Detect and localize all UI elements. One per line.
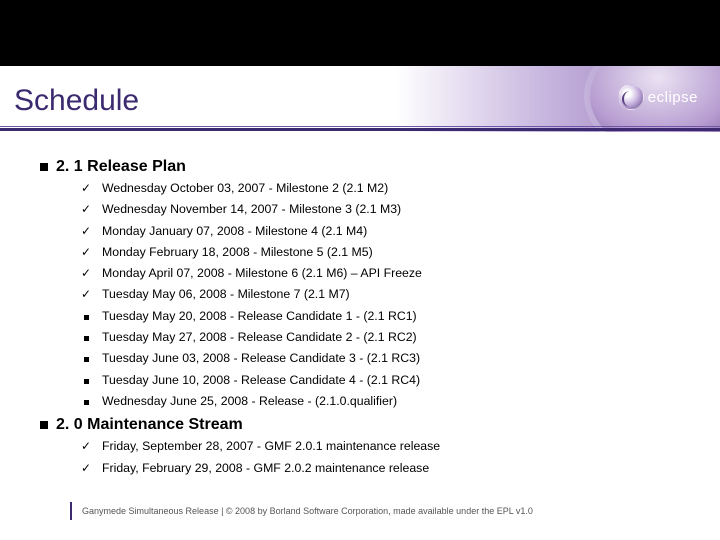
- list-item: Wednesday June 25, 2008 - Release - (2.1…: [80, 395, 680, 407]
- list-item-text: Friday, September 28, 2007 - GMF 2.0.1 m…: [102, 440, 440, 452]
- list-item-text: Tuesday June 03, 2008 - Release Candidat…: [102, 352, 420, 364]
- check-icon: ✓: [80, 182, 92, 194]
- list-item: Tuesday June 03, 2008 - Release Candidat…: [80, 352, 680, 364]
- list-item-text: Tuesday May 06, 2008 - Milestone 7 (2.1 …: [102, 288, 350, 300]
- check-icon: ✓: [80, 462, 92, 474]
- list-item-text: Monday January 07, 2008 - Milestone 4 (2…: [102, 225, 367, 237]
- check-icon: ✓: [80, 246, 92, 258]
- square-bullet-icon: [80, 374, 92, 386]
- list-item: ✓ Monday February 18, 2008 - Milestone 5 …: [80, 246, 680, 258]
- section-heading-release-plan: 2. 1 Release Plan: [40, 158, 680, 176]
- list-item: Tuesday May 20, 2008 - Release Candidate…: [80, 310, 680, 322]
- list-item-text: Tuesday May 20, 2008 - Release Candidate…: [102, 310, 417, 322]
- eclipse-logo: eclipse: [618, 84, 698, 110]
- check-icon: ✓: [80, 203, 92, 215]
- list-item: Tuesday May 27, 2008 - Release Candidate…: [80, 331, 680, 343]
- list-item: ✓ Tuesday May 06, 2008 - Milestone 7 (2.1…: [80, 288, 680, 300]
- footer-text: Ganymede Simultaneous Release | © 2008 b…: [82, 506, 533, 516]
- section-heading-text: 2. 1 Release Plan: [56, 158, 186, 176]
- top-black-bar: [0, 0, 720, 66]
- check-icon: ✓: [80, 288, 92, 300]
- list-item: Tuesday June 10, 2008 - Release Candidat…: [80, 374, 680, 386]
- header-underline: [0, 128, 720, 131]
- square-bullet-icon: [80, 310, 92, 322]
- list-item-text: Tuesday May 27, 2008 - Release Candidate…: [102, 331, 417, 343]
- square-bullet-icon: [80, 352, 92, 364]
- square-bullet-icon: [80, 395, 92, 407]
- eclipse-logo-text: eclipse: [648, 89, 698, 106]
- list-item-text: Wednesday November 14, 2007 - Milestone …: [102, 203, 401, 215]
- list-item-text: Wednesday June 25, 2008 - Release - (2.1…: [102, 395, 397, 407]
- list-item: ✓ Monday January 07, 2008 - Milestone 4 (…: [80, 225, 680, 237]
- check-icon: ✓: [80, 440, 92, 452]
- list-item: ✓ Friday, February 29, 2008 - GMF 2.0.2 m…: [80, 462, 680, 474]
- check-icon: ✓: [80, 225, 92, 237]
- list-item-text: Monday February 18, 2008 - Milestone 5 (…: [102, 246, 373, 258]
- list-item: ✓ Wednesday October 03, 2007 - Milestone …: [80, 182, 680, 194]
- list-item-text: Friday, February 29, 2008 - GMF 2.0.2 ma…: [102, 462, 429, 474]
- maintenance-list: ✓ Friday, September 28, 2007 - GMF 2.0.1 …: [80, 440, 680, 474]
- page-title: Schedule: [14, 84, 139, 118]
- list-item: ✓ Monday April 07, 2008 - Milestone 6 (2.…: [80, 267, 680, 279]
- footer-divider: [70, 502, 72, 520]
- list-item-text: Wednesday October 03, 2007 - Milestone 2…: [102, 182, 388, 194]
- list-item-text: Monday April 07, 2008 - Milestone 6 (2.1…: [102, 267, 422, 279]
- list-item-text: Tuesday June 10, 2008 - Release Candidat…: [102, 374, 420, 386]
- list-item: ✓ Friday, September 28, 2007 - GMF 2.0.1 …: [80, 440, 680, 452]
- content: 2. 1 Release Plan ✓ Wednesday October 03,…: [40, 150, 680, 483]
- list-item: ✓ Wednesday November 14, 2007 - Milestone…: [80, 203, 680, 215]
- slide: Schedule eclipse 2. 1 Release Plan ✓ Wedn…: [0, 0, 720, 540]
- section-heading-maintenance: 2. 0 Maintenance Stream: [40, 416, 680, 434]
- square-bullet-icon: [40, 163, 48, 171]
- header: Schedule eclipse: [0, 66, 720, 132]
- check-icon: ✓: [80, 267, 92, 279]
- footer: Ganymede Simultaneous Release | © 2008 b…: [70, 502, 690, 520]
- section-heading-text: 2. 0 Maintenance Stream: [56, 416, 243, 434]
- square-bullet-icon: [40, 421, 48, 429]
- square-bullet-icon: [80, 331, 92, 343]
- eclipse-logo-icon: [618, 84, 644, 110]
- release-plan-list: ✓ Wednesday October 03, 2007 - Milestone …: [80, 182, 680, 407]
